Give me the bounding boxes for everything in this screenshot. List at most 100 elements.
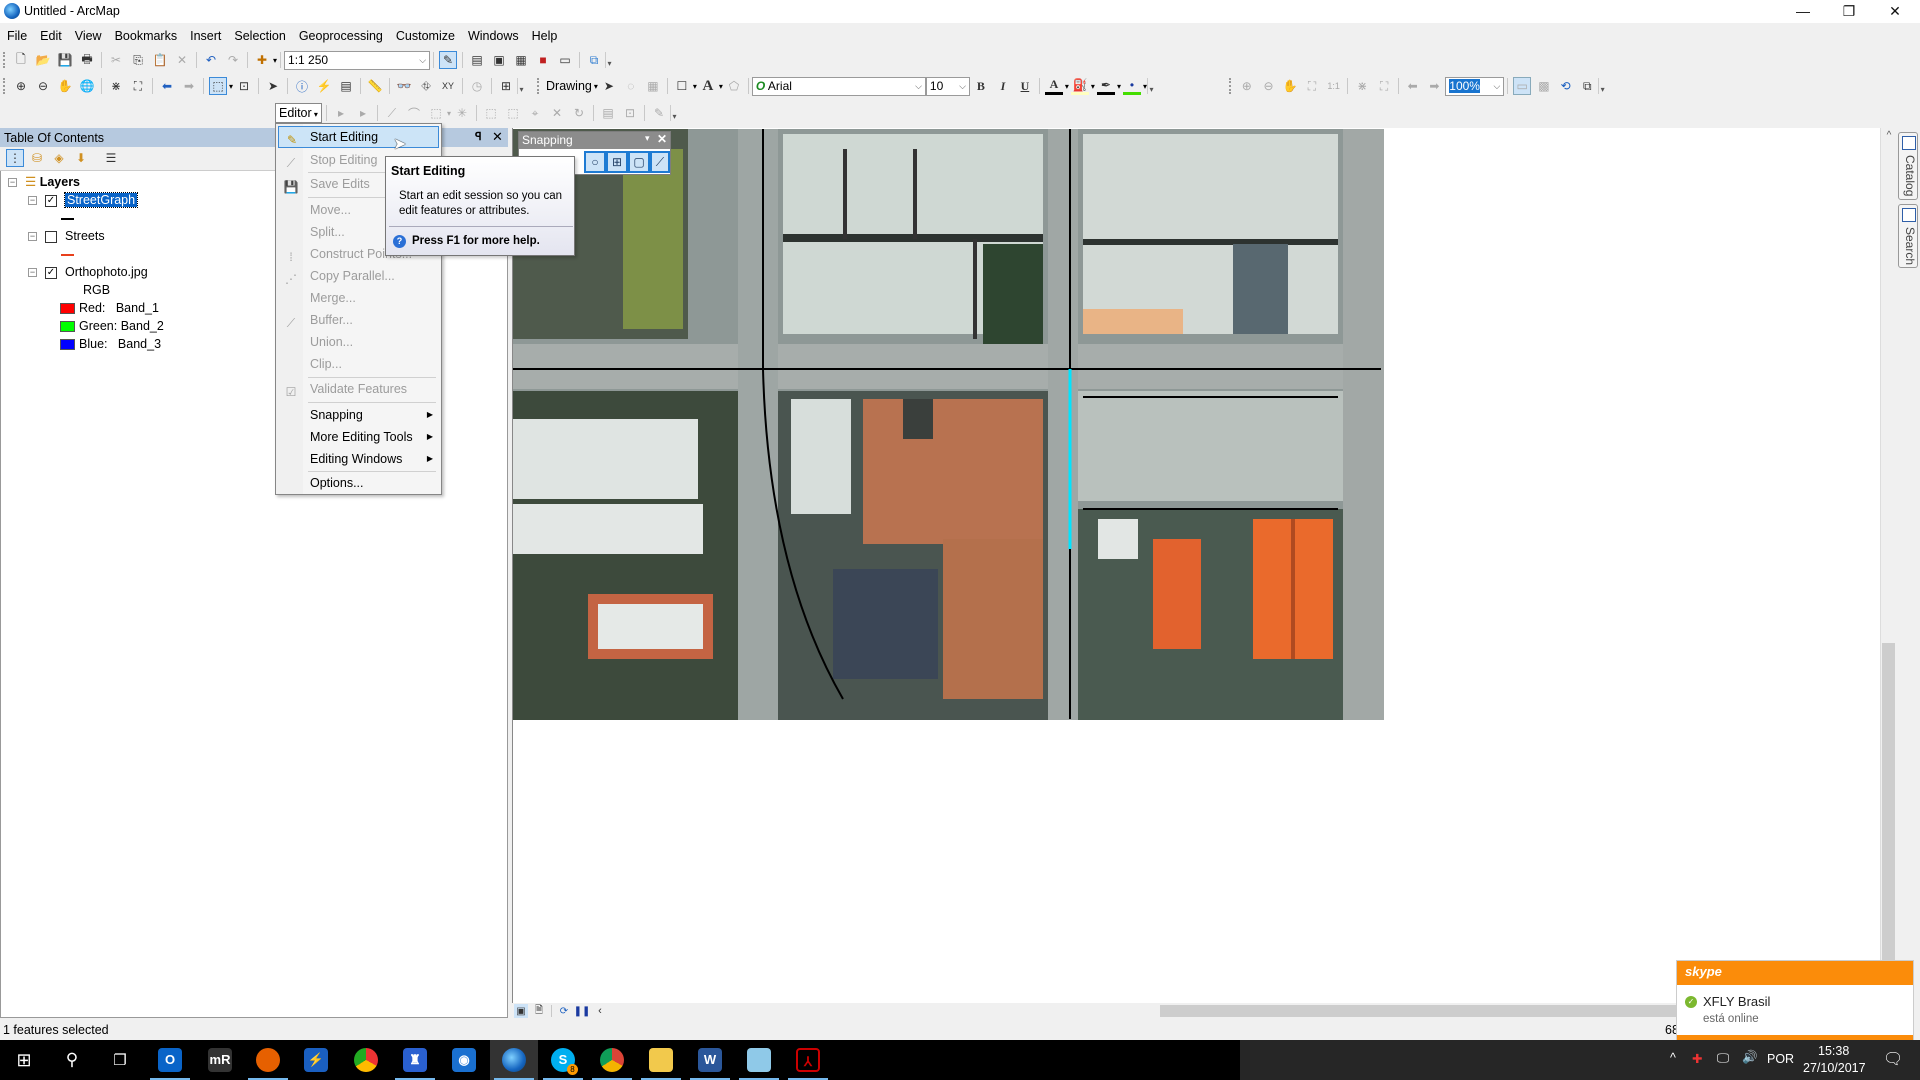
toolbar-options-icon[interactable]: ▾ (517, 78, 525, 94)
toolbar-grip[interactable] (1229, 78, 1233, 94)
horizontal-scroll-thumb[interactable] (1160, 1005, 1680, 1017)
split-icon[interactable]: ✕ (548, 104, 566, 122)
skype-notification[interactable]: skype ✓ XFLY Brasil está online (1676, 960, 1914, 1040)
modelbuilder-icon[interactable]: ⧉ (585, 51, 603, 69)
menu-file[interactable]: File (1, 26, 33, 46)
taskbar-notepad[interactable] (735, 1040, 783, 1080)
layout-view-icon[interactable]: 🗎 (532, 1004, 546, 1018)
pan-icon[interactable]: ✋ (56, 77, 74, 95)
minimize-button[interactable]: — (1780, 0, 1826, 23)
taskbar-mremoteng[interactable]: mR (196, 1040, 244, 1080)
catalog-window-icon[interactable]: ▣ (490, 51, 508, 69)
straight-segment-icon[interactable]: ⟋ (383, 104, 401, 122)
volume-icon[interactable]: 🔊 (1742, 1050, 1758, 1065)
delete-icon[interactable]: ✕ (173, 51, 191, 69)
toggle-draft-icon[interactable]: ▭ (1513, 77, 1532, 95)
taskbar-acrobat[interactable]: ⅄ (784, 1040, 832, 1080)
catalog-tab[interactable]: Catalog (1898, 132, 1918, 200)
create-features-icon[interactable]: ✎ (650, 104, 668, 122)
change-layout-icon[interactable]: ⟲ (1557, 77, 1575, 95)
layers-group[interactable]: − ☰ Layers (8, 173, 80, 191)
band-red[interactable]: Red: Band_1 (60, 299, 159, 317)
edge-snapping-icon[interactable]: ⟋ (650, 151, 670, 173)
toolbar-options-icon[interactable]: ▾ (670, 105, 678, 121)
menu-selection[interactable]: Selection (228, 26, 291, 46)
point-snapping-icon[interactable]: ○ (584, 151, 606, 173)
layout-forward-icon[interactable]: ➡ (1426, 77, 1444, 95)
taskbar-word[interactable]: W (686, 1040, 734, 1080)
task-view-button[interactable]: ❐ (96, 1040, 144, 1080)
font-color-icon[interactable]: A (1044, 77, 1063, 95)
list-by-visibility-icon[interactable]: ◈ (50, 149, 68, 167)
attributes-icon[interactable]: ▤ (599, 104, 617, 122)
layer-orthophoto[interactable]: − ✓ Orthophoto.jpg (28, 263, 148, 281)
taskbar-network-tool[interactable]: ⚡ (292, 1040, 340, 1080)
orthophoto-map[interactable] (513, 129, 1384, 720)
find-icon[interactable]: 👓 (395, 77, 413, 95)
print-icon[interactable]: 🖶 (78, 51, 96, 69)
menu-help[interactable]: Help (526, 26, 564, 46)
toc-options-icon[interactable]: ☰ (102, 149, 120, 167)
menu-item-buffer[interactable]: ⟋ Buffer... (278, 309, 439, 331)
back-extent-icon[interactable]: ⬅ (158, 77, 176, 95)
editor-menu-button[interactable]: Editor ▾ (275, 103, 322, 123)
find-route-icon[interactable]: ⛗ (417, 77, 435, 95)
vertex-snapping-icon[interactable]: ▢ (628, 151, 650, 173)
vertical-scroll-thumb[interactable] (1882, 643, 1895, 1003)
menu-item-start-editing[interactable]: ✎ Start Editing (278, 126, 439, 148)
font-size-combo[interactable]: 10 ⌵ (925, 76, 970, 96)
layer-streets[interactable]: − Streets (28, 227, 105, 245)
snapping-close-icon[interactable]: ✕ (657, 132, 667, 146)
menu-item-union[interactable]: Union... (278, 331, 439, 353)
identify-icon[interactable]: ⓘ (293, 77, 311, 95)
open-icon[interactable]: 📂 (34, 51, 52, 69)
zoom-to-elements-icon[interactable]: ▦ (644, 77, 662, 95)
close-button[interactable]: ✕ (1872, 0, 1918, 23)
list-by-source-icon[interactable]: ⛁ (28, 149, 46, 167)
show-hidden-icons[interactable]: ^ (1670, 1051, 1676, 1065)
arctoolbox-icon[interactable]: ■ (534, 51, 552, 69)
layout-back-icon[interactable]: ⬅ (1404, 77, 1422, 95)
data-driven-pages-icon[interactable]: ⧉ (1578, 77, 1596, 95)
menu-view[interactable]: View (69, 26, 108, 46)
taskbar-search[interactable]: ⚲ (48, 1040, 96, 1080)
drawing-menu[interactable]: Drawing (546, 79, 592, 93)
menu-bookmarks[interactable]: Bookmarks (109, 26, 184, 46)
band-green[interactable]: Green: Band_2 (60, 317, 164, 335)
snapping-options-icon[interactable]: ▾ (645, 133, 650, 144)
select-features-icon[interactable]: ⬚ (209, 77, 227, 95)
editor-toolbar-icon[interactable]: ✎ (439, 51, 458, 69)
layer-visibility-checkbox[interactable]: ✓ (45, 194, 57, 207)
fill-color-icon[interactable]: ⛽ (1070, 77, 1089, 95)
line-color-icon[interactable]: ✒ (1096, 77, 1115, 95)
taskbar-app-blue[interactable]: ♜ (391, 1040, 439, 1080)
menu-geoprocessing[interactable]: Geoprocessing (293, 26, 389, 46)
map-scale-combo[interactable]: 1:1 250 ⌵ (284, 50, 431, 70)
taskbar-outlook[interactable]: O (146, 1040, 194, 1080)
refresh-icon[interactable]: ⟳ (557, 1004, 571, 1018)
clear-selection-icon[interactable]: ⊡ (235, 77, 253, 95)
select-elements-icon[interactable]: ➤ (600, 77, 618, 95)
italic-button[interactable]: I (994, 77, 1012, 95)
menu-item-validate-features[interactable]: ☑ Validate Features (278, 378, 439, 400)
full-extent-icon[interactable]: 🌐 (78, 77, 96, 95)
measure-icon[interactable]: 📏 (366, 77, 384, 95)
reshape-icon[interactable]: ⬚ (504, 104, 522, 122)
trace-icon[interactable]: ⬚ (427, 104, 445, 122)
toc-close-button[interactable]: ✕ (492, 129, 503, 145)
layout-fixed-zoom-in-icon[interactable]: ⋇ (1353, 77, 1371, 95)
pause-drawing-icon[interactable]: ❚❚ (574, 1004, 591, 1018)
menu-item-copy-parallel[interactable]: ⋰ Copy Parallel... (278, 265, 439, 287)
rectangle-icon[interactable]: ☐ (673, 77, 691, 95)
language-indicator[interactable]: POR (1767, 1052, 1794, 1066)
end-point-arc-icon[interactable]: ⌒ (405, 104, 423, 122)
end-snapping-icon[interactable]: ⊞ (606, 151, 628, 173)
select-elements-icon[interactable]: ➤ (264, 77, 282, 95)
collapse-icon[interactable]: − (28, 268, 37, 278)
menu-item-options[interactable]: Options... (278, 472, 439, 494)
taskbar-chrome-canary[interactable] (342, 1040, 390, 1080)
network-icon[interactable]: 🖵 (1717, 1051, 1729, 1066)
data-view-icon[interactable]: ▣ (514, 1004, 528, 1018)
new-document-icon[interactable]: 🗋 (12, 51, 30, 69)
restore-button[interactable]: ❐ (1826, 0, 1872, 23)
